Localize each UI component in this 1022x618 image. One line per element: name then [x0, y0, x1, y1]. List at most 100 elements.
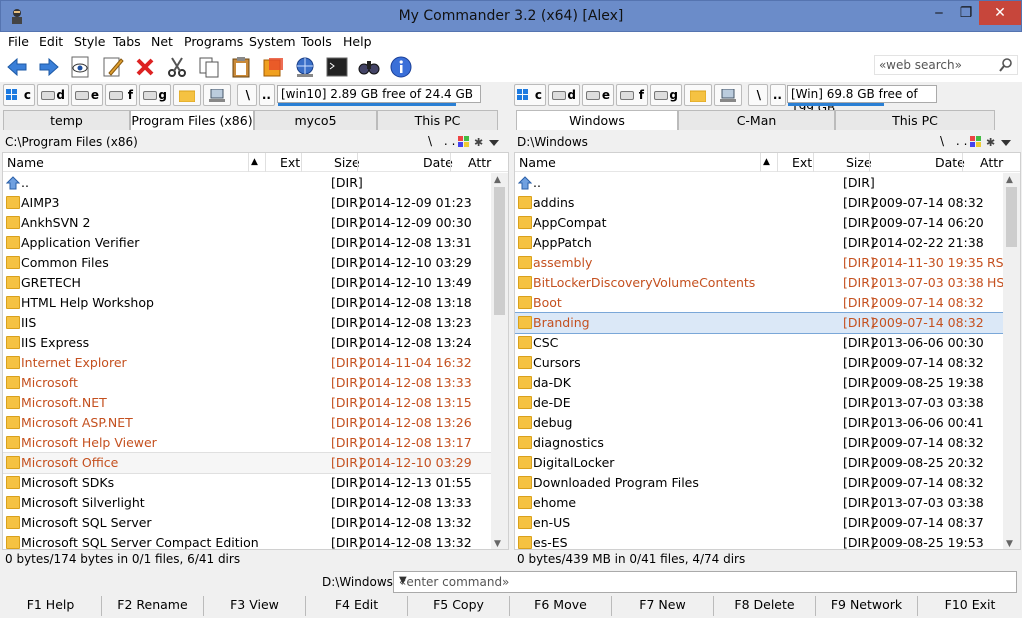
copy-icon[interactable] [197, 55, 221, 79]
file-row[interactable]: Microsoft [DIR] 2014-12-08 13:33 [3, 373, 508, 393]
left-drive-c[interactable]: c [3, 84, 35, 106]
menu-programs[interactable]: Programs [184, 34, 243, 49]
right-path[interactable]: D:\Windows [517, 132, 937, 152]
menu-net[interactable]: Net [151, 34, 173, 49]
file-row[interactable]: CSC [DIR] 2013-06-06 00:30 [515, 333, 1020, 353]
f5-copy-button[interactable]: F5 Copy [408, 596, 510, 616]
right-root-button[interactable]: \ [748, 84, 768, 106]
file-row[interactable]: Microsoft SQL Server Compact Edition [DIR… [3, 533, 508, 549]
right-col-size[interactable]: Size [846, 155, 872, 170]
right-drive-c[interactable]: c [514, 84, 546, 106]
edit-icon[interactable] [101, 55, 125, 79]
right-drive-g[interactable]: g [650, 84, 682, 106]
left-tab-temp[interactable]: temp [3, 110, 130, 130]
f2-rename-button[interactable]: F2 Rename [102, 596, 204, 616]
terminal-icon[interactable] [325, 55, 349, 79]
file-row[interactable]: Branding [DIR] 2009-07-14 08:32 [515, 312, 1020, 334]
file-row[interactable]: Microsoft.NET [DIR] 2014-12-08 13:15 [3, 393, 508, 413]
left-col-name[interactable]: Name [7, 155, 44, 170]
menu-help[interactable]: Help [343, 34, 372, 49]
file-row[interactable]: Common Files [DIR] 2014-12-10 03:29 [3, 253, 508, 273]
file-row[interactable]: IIS Express [DIR] 2014-12-08 13:24 [3, 333, 508, 353]
left-folder-button[interactable] [173, 84, 201, 106]
file-row[interactable]: Downloaded Program Files [DIR] 2009-07-14 … [515, 473, 1020, 493]
left-path[interactable]: C:\Program Files (x86) [5, 132, 425, 152]
scroll-up-icon[interactable]: ▲ [494, 175, 501, 185]
file-row[interactable]: assembly [DIR] 2014-11-30 19:35 RS [515, 253, 1020, 273]
file-row[interactable]: .. [DIR] [515, 173, 1020, 193]
scroll-down-icon[interactable]: ▼ [494, 539, 501, 549]
archive-icon[interactable] [261, 55, 285, 79]
menu-tools[interactable]: Tools [301, 34, 332, 49]
right-file-panel[interactable]: Name ▲ Ext Size Date Attr .. [DIR] addins [… [514, 152, 1021, 550]
file-row[interactable]: DigitalLocker [DIR] 2009-08-25 20:32 [515, 453, 1020, 473]
right-col-date[interactable]: Date [935, 155, 965, 170]
right-col-attr[interactable]: Attr [980, 155, 1003, 170]
right-drive-f[interactable]: f [616, 84, 648, 106]
file-row[interactable]: Microsoft Office [DIR] 2014-12-10 03:29 [3, 452, 508, 474]
menu-file[interactable]: File [8, 34, 29, 49]
right-scrollbar[interactable]: ▲ ▼ [1003, 173, 1020, 549]
left-tab-myco5[interactable]: myco5 [254, 110, 377, 130]
left-file-panel[interactable]: Name ▲ Ext Size Date Attr .. [DIR] AIMP3 [D… [2, 152, 509, 550]
scroll-up-icon[interactable]: ▲ [1006, 175, 1013, 185]
chevron-down-icon[interactable]: ▼ [399, 575, 1012, 586]
back-icon[interactable] [5, 55, 29, 79]
file-row[interactable]: addins [DIR] 2009-07-14 08:32 [515, 193, 1020, 213]
right-tab-c-man[interactable]: C-Man [678, 110, 835, 130]
left-path-nav[interactable]: \ .. [428, 134, 460, 148]
maximize-button[interactable]: ❐ [956, 1, 976, 25]
file-row[interactable]: Internet Explorer [DIR] 2014-11-04 16:32 [3, 353, 508, 373]
file-row[interactable]: BitLockerDiscoveryVolumeContents [DIR] 201… [515, 273, 1020, 293]
file-row[interactable]: AIMP3 [DIR] 2014-12-09 01:23 [3, 193, 508, 213]
f4-edit-button[interactable]: F4 Edit [306, 596, 408, 616]
delete-icon[interactable] [133, 55, 157, 79]
right-path-nav[interactable]: \ .. [940, 134, 972, 148]
file-row[interactable]: ehome [DIR] 2013-07-03 03:38 [515, 493, 1020, 513]
f1-help-button[interactable]: F1 Help [0, 596, 102, 616]
file-row[interactable]: debug [DIR] 2013-06-06 00:41 [515, 413, 1020, 433]
right-network-button[interactable] [714, 84, 742, 106]
file-row[interactable]: Cursors [DIR] 2009-07-14 08:32 [515, 353, 1020, 373]
file-row[interactable]: AppCompat [DIR] 2009-07-14 06:20 [515, 213, 1020, 233]
search-icon[interactable] [357, 55, 381, 79]
file-row[interactable]: .. [DIR] [3, 173, 508, 193]
info-icon[interactable] [389, 55, 413, 79]
left-col-attr[interactable]: Attr [468, 155, 491, 170]
left-col-size[interactable]: Size [334, 155, 360, 170]
left-drive-d[interactable]: d [37, 84, 69, 106]
menu-system[interactable]: System [249, 34, 296, 49]
left-path-tools-icon[interactable]: ✱ [458, 135, 506, 149]
left-scroll-thumb[interactable] [494, 187, 505, 315]
left-drive-f[interactable]: f [105, 84, 137, 106]
file-row[interactable]: IIS [DIR] 2014-12-08 13:23 [3, 313, 508, 333]
left-col-date[interactable]: Date [423, 155, 453, 170]
left-tab-this-pc[interactable]: This PC [377, 110, 498, 130]
f7-new-button[interactable]: F7 New [612, 596, 714, 616]
file-row[interactable]: Microsoft Silverlight [DIR] 2014-12-08 13:… [3, 493, 508, 513]
right-tab-windows[interactable]: Windows [516, 110, 678, 130]
right-folder-button[interactable] [684, 84, 712, 106]
file-row[interactable]: diagnostics [DIR] 2009-07-14 08:32 [515, 433, 1020, 453]
close-button[interactable]: ✕ [979, 1, 1021, 25]
left-drive-g[interactable]: g [139, 84, 171, 106]
file-row[interactable]: de-DE [DIR] 2013-07-03 03:38 [515, 393, 1020, 413]
menu-edit[interactable]: Edit [39, 34, 63, 49]
file-row[interactable]: Application Verifier [DIR] 2014-12-08 13:3… [3, 233, 508, 253]
menu-style[interactable]: Style [74, 34, 105, 49]
right-parent-button[interactable]: .. [770, 84, 786, 106]
left-scrollbar[interactable]: ▲ ▼ [491, 173, 508, 549]
file-row[interactable]: Microsoft SDKs [DIR] 2014-12-13 01:55 [3, 473, 508, 493]
left-root-button[interactable]: \ [237, 84, 257, 106]
file-row[interactable]: en-US [DIR] 2009-07-14 08:37 [515, 513, 1020, 533]
menu-tabs[interactable]: Tabs [113, 34, 141, 49]
scroll-down-icon[interactable]: ▼ [1006, 539, 1013, 549]
forward-icon[interactable] [37, 55, 61, 79]
left-col-ext[interactable]: Ext [280, 155, 300, 170]
minimize-button[interactable]: ‒ [931, 1, 947, 25]
file-row[interactable]: es-ES [DIR] 2009-08-25 19:53 [515, 533, 1020, 549]
f10-exit-button[interactable]: F10 Exit [918, 596, 1022, 616]
f9-network-button[interactable]: F9 Network [816, 596, 918, 616]
right-col-name[interactable]: Name [519, 155, 556, 170]
paste-icon[interactable] [229, 55, 253, 79]
